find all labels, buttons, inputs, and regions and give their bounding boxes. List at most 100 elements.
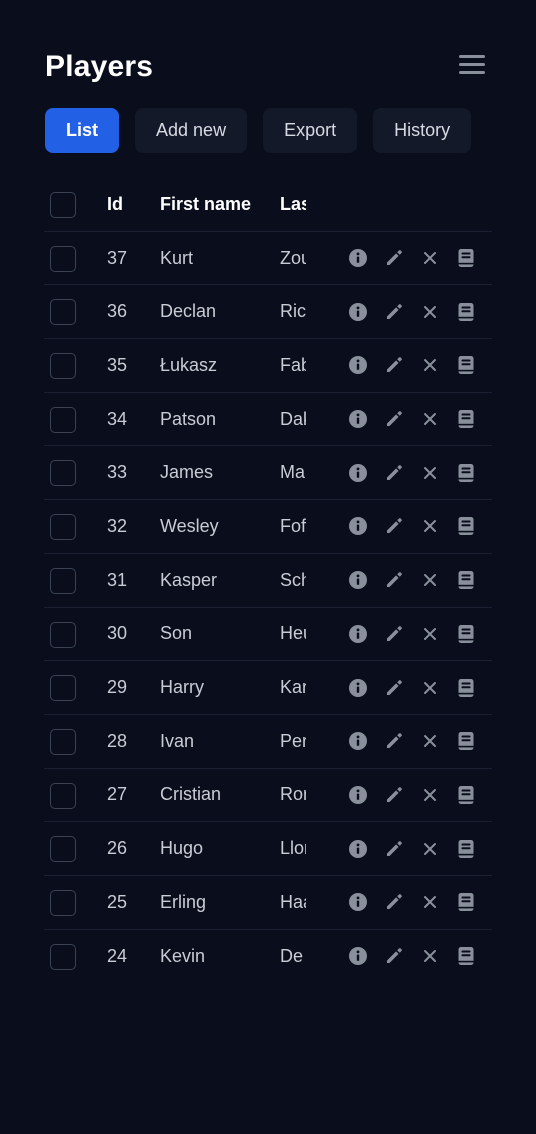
cell-id: 26	[107, 838, 128, 859]
tab-export[interactable]: Export	[263, 108, 358, 153]
table-row[interactable]: 36 Declan Ric	[44, 285, 492, 340]
book-icon[interactable]	[454, 300, 478, 324]
info-icon[interactable]	[346, 461, 370, 485]
edit-pencil-icon[interactable]	[382, 622, 406, 646]
delete-x-icon[interactable]	[418, 407, 442, 431]
info-icon[interactable]	[346, 837, 370, 861]
info-icon[interactable]	[346, 407, 370, 431]
table-row[interactable]: 28 Ivan Per	[44, 715, 492, 769]
edit-pencil-icon[interactable]	[382, 300, 406, 324]
info-icon[interactable]	[346, 944, 370, 968]
info-icon[interactable]	[346, 514, 370, 538]
delete-x-icon[interactable]	[418, 622, 442, 646]
row-actions	[346, 930, 490, 984]
table-row[interactable]: 29 Harry Kar	[44, 661, 492, 715]
column-header-first-name[interactable]: First name	[160, 178, 270, 231]
row-checkbox[interactable]	[50, 514, 76, 541]
row-checkbox[interactable]	[50, 245, 76, 272]
info-icon[interactable]	[346, 300, 370, 324]
column-header-id[interactable]: Id	[107, 178, 147, 231]
delete-x-icon[interactable]	[418, 353, 442, 377]
row-checkbox[interactable]	[50, 728, 76, 755]
book-icon[interactable]	[454, 514, 478, 538]
table-row[interactable]: 25 Erling Haa	[44, 876, 492, 930]
edit-pencil-icon[interactable]	[382, 407, 406, 431]
info-icon[interactable]	[346, 353, 370, 377]
book-icon[interactable]	[454, 461, 478, 485]
row-actions	[346, 393, 490, 446]
table-row[interactable]: 24 Kevin De	[44, 930, 492, 984]
row-checkbox[interactable]	[50, 836, 76, 863]
delete-x-icon[interactable]	[418, 944, 442, 968]
delete-x-icon[interactable]	[418, 300, 442, 324]
row-checkbox[interactable]	[50, 782, 76, 809]
book-icon[interactable]	[454, 353, 478, 377]
book-icon[interactable]	[454, 783, 478, 807]
book-icon[interactable]	[454, 944, 478, 968]
select-all-checkbox[interactable]	[50, 192, 76, 218]
row-checkbox[interactable]	[50, 460, 76, 487]
edit-pencil-icon[interactable]	[382, 461, 406, 485]
row-checkbox[interactable]	[50, 299, 76, 326]
info-icon[interactable]	[346, 676, 370, 700]
delete-x-icon[interactable]	[418, 461, 442, 485]
row-checkbox[interactable]	[50, 567, 76, 594]
book-icon[interactable]	[454, 407, 478, 431]
book-icon[interactable]	[454, 568, 478, 592]
info-icon[interactable]	[346, 622, 370, 646]
row-checkbox[interactable]	[50, 943, 76, 970]
table-row[interactable]: 34 Patson Dak	[44, 393, 492, 447]
delete-x-icon[interactable]	[418, 676, 442, 700]
row-checkbox[interactable]	[50, 353, 76, 380]
tab-list[interactable]: List	[45, 108, 120, 153]
column-header-last-name[interactable]: Last name	[280, 178, 306, 231]
table-row[interactable]: 27 Cristian Ror	[44, 769, 492, 823]
delete-x-icon[interactable]	[418, 729, 442, 753]
info-icon[interactable]	[346, 890, 370, 914]
tab-history[interactable]: History	[373, 108, 472, 153]
edit-pencil-icon[interactable]	[382, 246, 406, 270]
delete-x-icon[interactable]	[418, 246, 442, 270]
delete-x-icon[interactable]	[418, 783, 442, 807]
table-row[interactable]: 26 Hugo Llor	[44, 822, 492, 876]
table-row[interactable]: 37 Kurt Zou	[44, 232, 492, 286]
book-icon[interactable]	[454, 676, 478, 700]
edit-pencil-icon[interactable]	[382, 944, 406, 968]
tab-add-new[interactable]: Add new	[135, 108, 248, 153]
info-icon[interactable]	[346, 729, 370, 753]
row-checkbox[interactable]	[50, 889, 76, 916]
edit-pencil-icon[interactable]	[382, 353, 406, 377]
table-row[interactable]: 31 Kasper Sch	[44, 554, 492, 608]
delete-x-icon[interactable]	[418, 514, 442, 538]
cell-id: 36	[107, 301, 128, 322]
delete-x-icon[interactable]	[418, 890, 442, 914]
row-checkbox[interactable]	[50, 621, 76, 648]
row-checkbox[interactable]	[50, 675, 76, 702]
edit-pencil-icon[interactable]	[382, 890, 406, 914]
edit-pencil-icon[interactable]	[382, 729, 406, 753]
table-row[interactable]: 30 Son Heu	[44, 608, 492, 662]
info-icon[interactable]	[346, 246, 370, 270]
table-row[interactable]: 32 Wesley Fof	[44, 500, 492, 554]
table-row[interactable]: 35 Łukasz Fab	[44, 339, 492, 393]
table-row[interactable]: 33 James Ma	[44, 446, 492, 501]
edit-pencil-icon[interactable]	[382, 676, 406, 700]
info-icon[interactable]	[346, 783, 370, 807]
info-icon[interactable]	[346, 568, 370, 592]
book-icon[interactable]	[454, 890, 478, 914]
cell-last-name: Fof	[280, 515, 306, 536]
book-icon[interactable]	[454, 246, 478, 270]
book-icon[interactable]	[454, 622, 478, 646]
delete-x-icon[interactable]	[418, 837, 442, 861]
book-icon[interactable]	[454, 837, 478, 861]
row-actions	[346, 554, 490, 607]
hamburger-menu-icon[interactable]	[459, 52, 487, 78]
edit-pencil-icon[interactable]	[382, 514, 406, 538]
row-checkbox[interactable]	[50, 406, 76, 433]
edit-pencil-icon[interactable]	[382, 783, 406, 807]
book-icon[interactable]	[454, 729, 478, 753]
edit-pencil-icon[interactable]	[382, 568, 406, 592]
edit-pencil-icon[interactable]	[382, 837, 406, 861]
cell-first-name: Kasper	[160, 569, 218, 590]
delete-x-icon[interactable]	[418, 568, 442, 592]
